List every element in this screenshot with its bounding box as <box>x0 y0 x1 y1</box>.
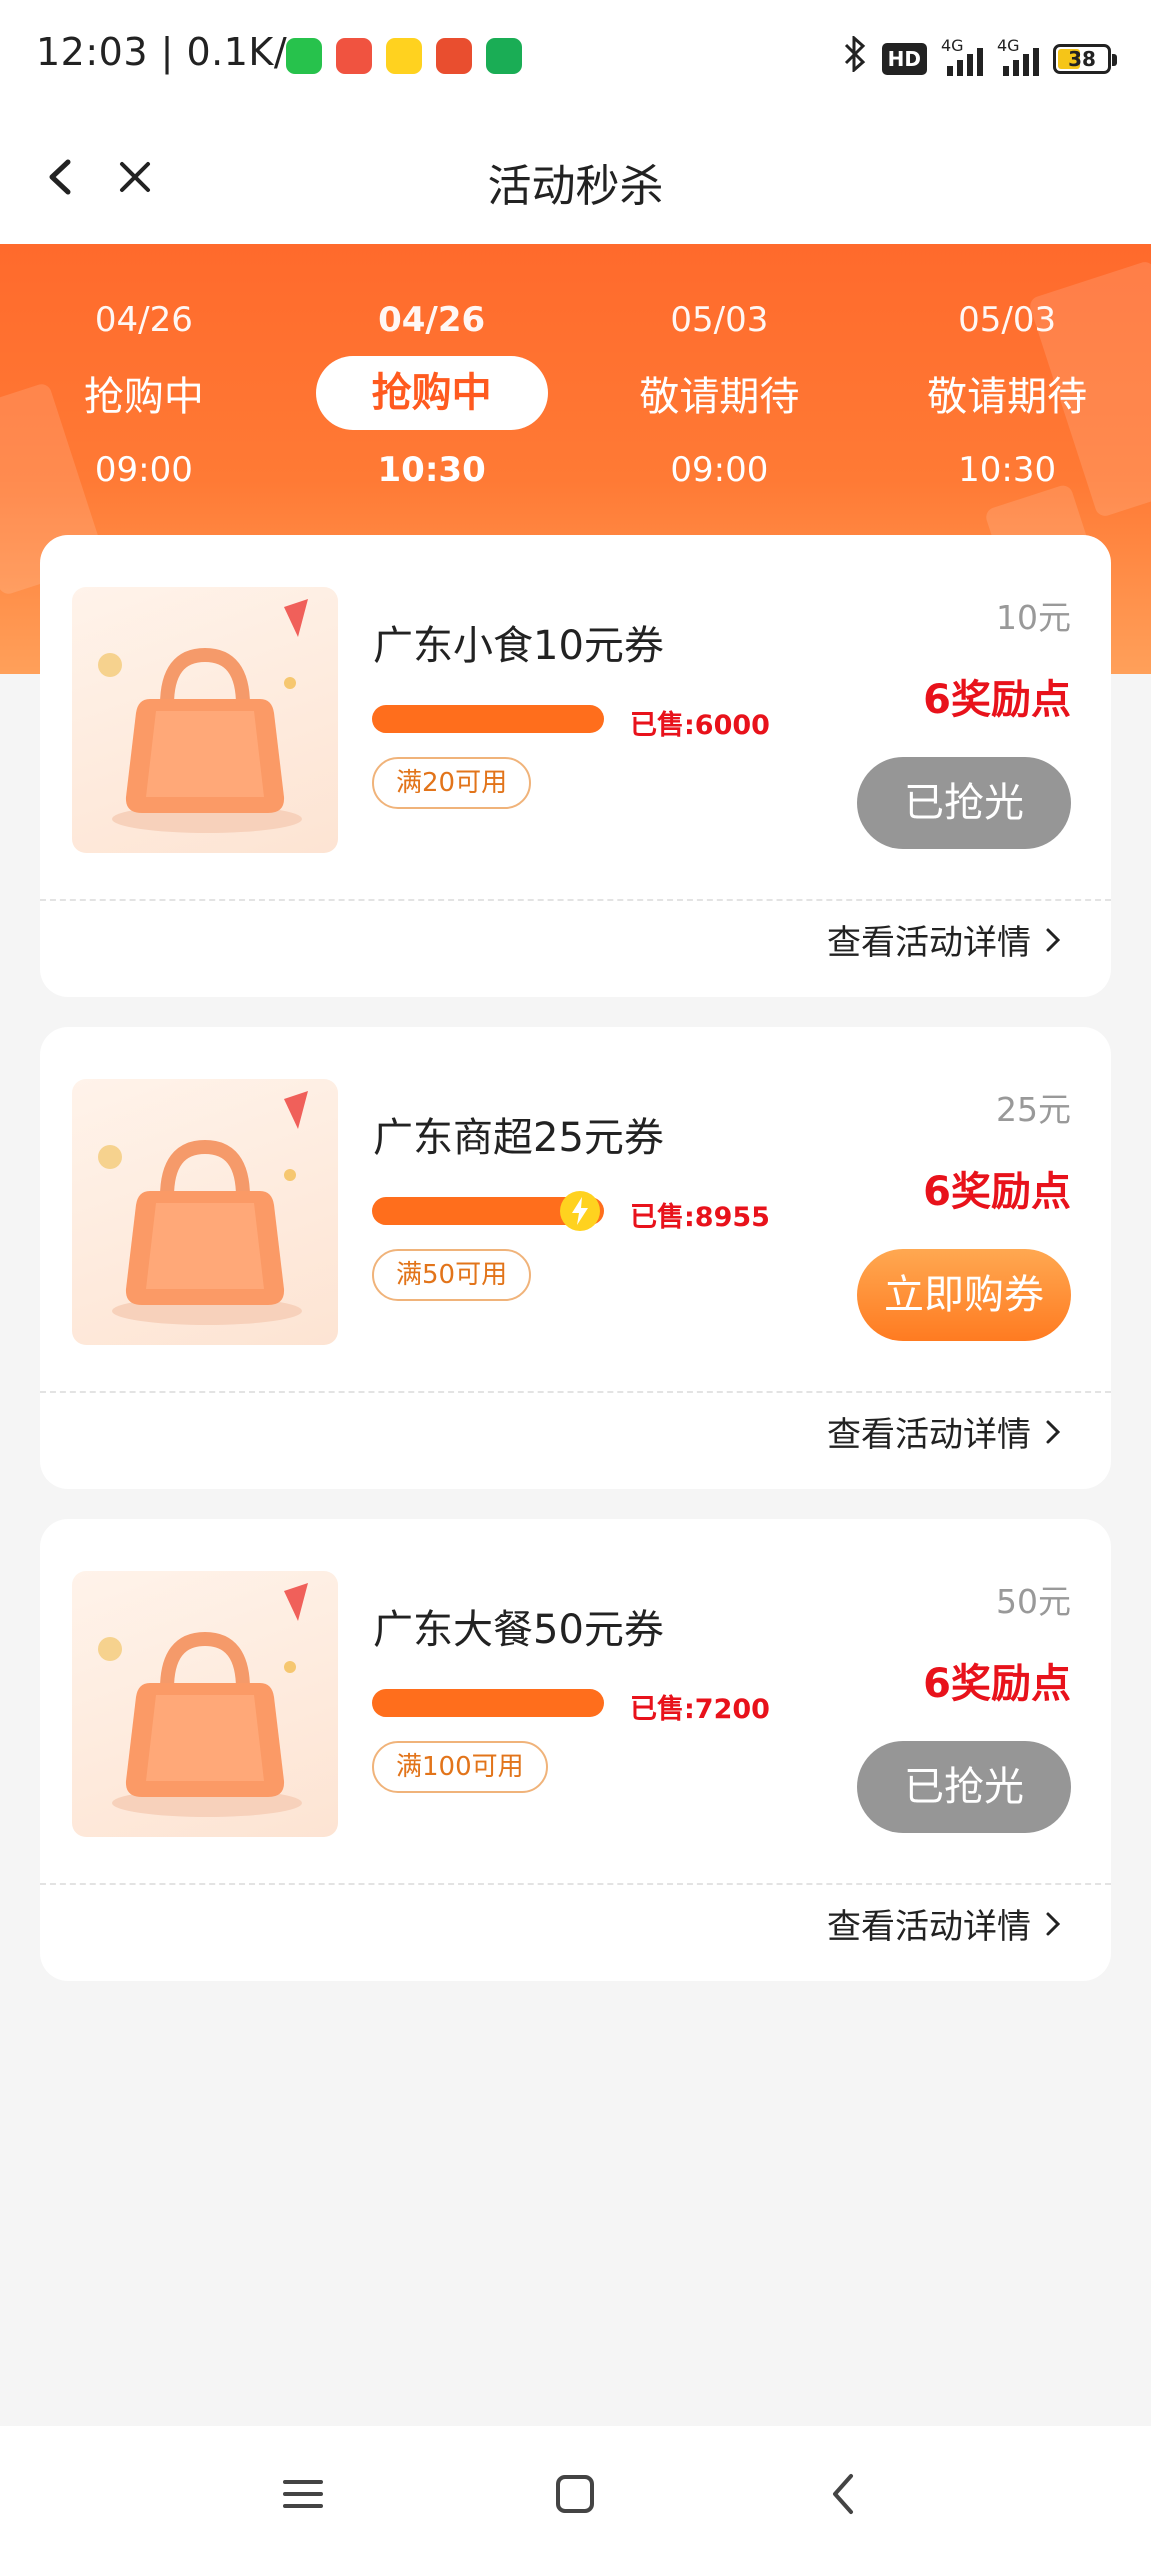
coupon-title: 广东大餐50元券 <box>373 1607 664 1653</box>
view-details-label: 查看活动详情 <box>827 1415 1031 1455</box>
sales-progress-bar <box>372 1689 604 1717</box>
coupon-value: 50元 <box>996 1582 1071 1621</box>
tab-time: 09:00 <box>670 450 769 490</box>
lightning-icon <box>560 1191 600 1231</box>
page-title: 活动秒杀 <box>487 161 664 212</box>
coupon-value: 10元 <box>996 598 1071 637</box>
notification-icons <box>286 38 522 74</box>
sold-out-button[interactable]: 已抢光 <box>857 757 1071 849</box>
phone-icon <box>486 38 522 74</box>
coupon-value: 25元 <box>996 1090 1071 1129</box>
signal-icon: 4G <box>997 36 1039 76</box>
nav-bar: 活动秒杀 <box>0 112 1151 244</box>
coupon-image <box>72 587 338 853</box>
sales-progress-bar <box>372 705 604 733</box>
tab-date: 04/26 <box>378 300 486 340</box>
tab-status: 敬请期待 <box>927 374 1088 420</box>
hd-badge: HD <box>881 42 927 75</box>
divider <box>40 1883 1111 1885</box>
battery-icon: 38 <box>1053 43 1117 74</box>
chevron-right-icon <box>1046 1420 1061 1443</box>
signal-icon: 4G <box>941 36 983 76</box>
reward-points: 6奖励点 <box>923 677 1071 723</box>
divider <box>40 1391 1111 1393</box>
system-nav-bar <box>0 2426 1151 2560</box>
buy-now-button[interactable]: 立即购券 <box>857 1249 1071 1341</box>
view-details-link[interactable]: 查看活动详情 <box>827 1899 1065 1948</box>
sold-count: 已售:7200 <box>630 1694 770 1725</box>
status-bar: 12:03 | 0.1K/s HD 4G 4G 38 <box>0 0 1151 112</box>
wechat-icon <box>286 38 322 74</box>
tab-time: 10:30 <box>958 450 1057 490</box>
coupon-title: 广东小食10元券 <box>373 623 664 669</box>
menu-icon[interactable] <box>273 2464 333 2524</box>
chevron-right-icon <box>1046 928 1061 951</box>
chevron-right-icon <box>1046 1912 1061 1935</box>
battery-level: 38 <box>1068 46 1096 71</box>
app-icon-orange <box>436 38 472 74</box>
tab-date: 05/03 <box>670 300 769 340</box>
usage-condition-badge: 满20可用 <box>372 757 532 809</box>
shopping-bag-icon <box>98 1091 308 1325</box>
sold-out-button[interactable]: 已抢光 <box>857 1741 1071 1833</box>
coupon-title: 广东商超25元券 <box>373 1115 664 1161</box>
status-indicators: HD 4G 4G 38 <box>842 34 1117 81</box>
coupon-image <box>72 1571 338 1837</box>
status-time: 12:03 | 0.1K/s <box>36 30 308 74</box>
sold-count: 已售:6000 <box>630 710 770 741</box>
shopping-bag-icon <box>98 599 308 833</box>
tab-status: 敬请期待 <box>639 374 800 420</box>
view-details-link[interactable]: 查看活动详情 <box>827 915 1065 964</box>
usage-condition-badge: 满50可用 <box>372 1249 532 1301</box>
tab-session[interactable]: 04/26 抢购中 09:00 <box>0 244 288 544</box>
tab-status: 抢购中 <box>315 356 548 430</box>
shopping-bag-icon <box>98 1583 308 1817</box>
reward-points: 6奖励点 <box>923 1661 1071 1707</box>
tab-status: 抢购中 <box>83 374 204 420</box>
reward-points: 6奖励点 <box>923 1169 1071 1215</box>
session-tabs: 04/26 抢购中 09:00 04/26 抢购中 10:30 05/03 敬请… <box>0 244 1151 544</box>
tab-date: 04/26 <box>94 300 193 340</box>
home-icon[interactable] <box>545 2464 605 2524</box>
coupon-card: 广东商超25元券 已售:8955 满50可用 25元 6奖励点 立即购券 查看活… <box>40 1027 1111 1489</box>
tab-date: 05/03 <box>958 300 1057 340</box>
usage-condition-badge: 满100可用 <box>372 1741 548 1793</box>
tab-session[interactable]: 05/03 敬请期待 10:30 <box>863 244 1151 544</box>
tab-time: 10:30 <box>377 450 486 490</box>
tab-session[interactable]: 05/03 敬请期待 09:00 <box>576 244 864 544</box>
view-details-link[interactable]: 查看活动详情 <box>827 1407 1065 1456</box>
coupon-card: 广东小食10元券 已售:6000 满20可用 10元 6奖励点 已抢光 查看活动… <box>40 535 1111 997</box>
tab-session-active[interactable]: 04/26 抢购中 10:30 <box>288 244 576 544</box>
coupon-image <box>72 1079 338 1345</box>
app-icon-yellow <box>386 38 422 74</box>
coupon-card: 广东大餐50元券 已售:7200 满100可用 50元 6奖励点 已抢光 查看活… <box>40 1519 1111 1981</box>
view-details-label: 查看活动详情 <box>827 1907 1031 1947</box>
app-icon-red <box>336 38 372 74</box>
divider <box>40 899 1111 901</box>
sold-count: 已售:8955 <box>630 1202 770 1233</box>
tab-time: 09:00 <box>94 450 193 490</box>
bluetooth-icon <box>842 34 868 81</box>
view-details-label: 查看活动详情 <box>827 923 1031 963</box>
back-icon[interactable] <box>815 2464 875 2524</box>
